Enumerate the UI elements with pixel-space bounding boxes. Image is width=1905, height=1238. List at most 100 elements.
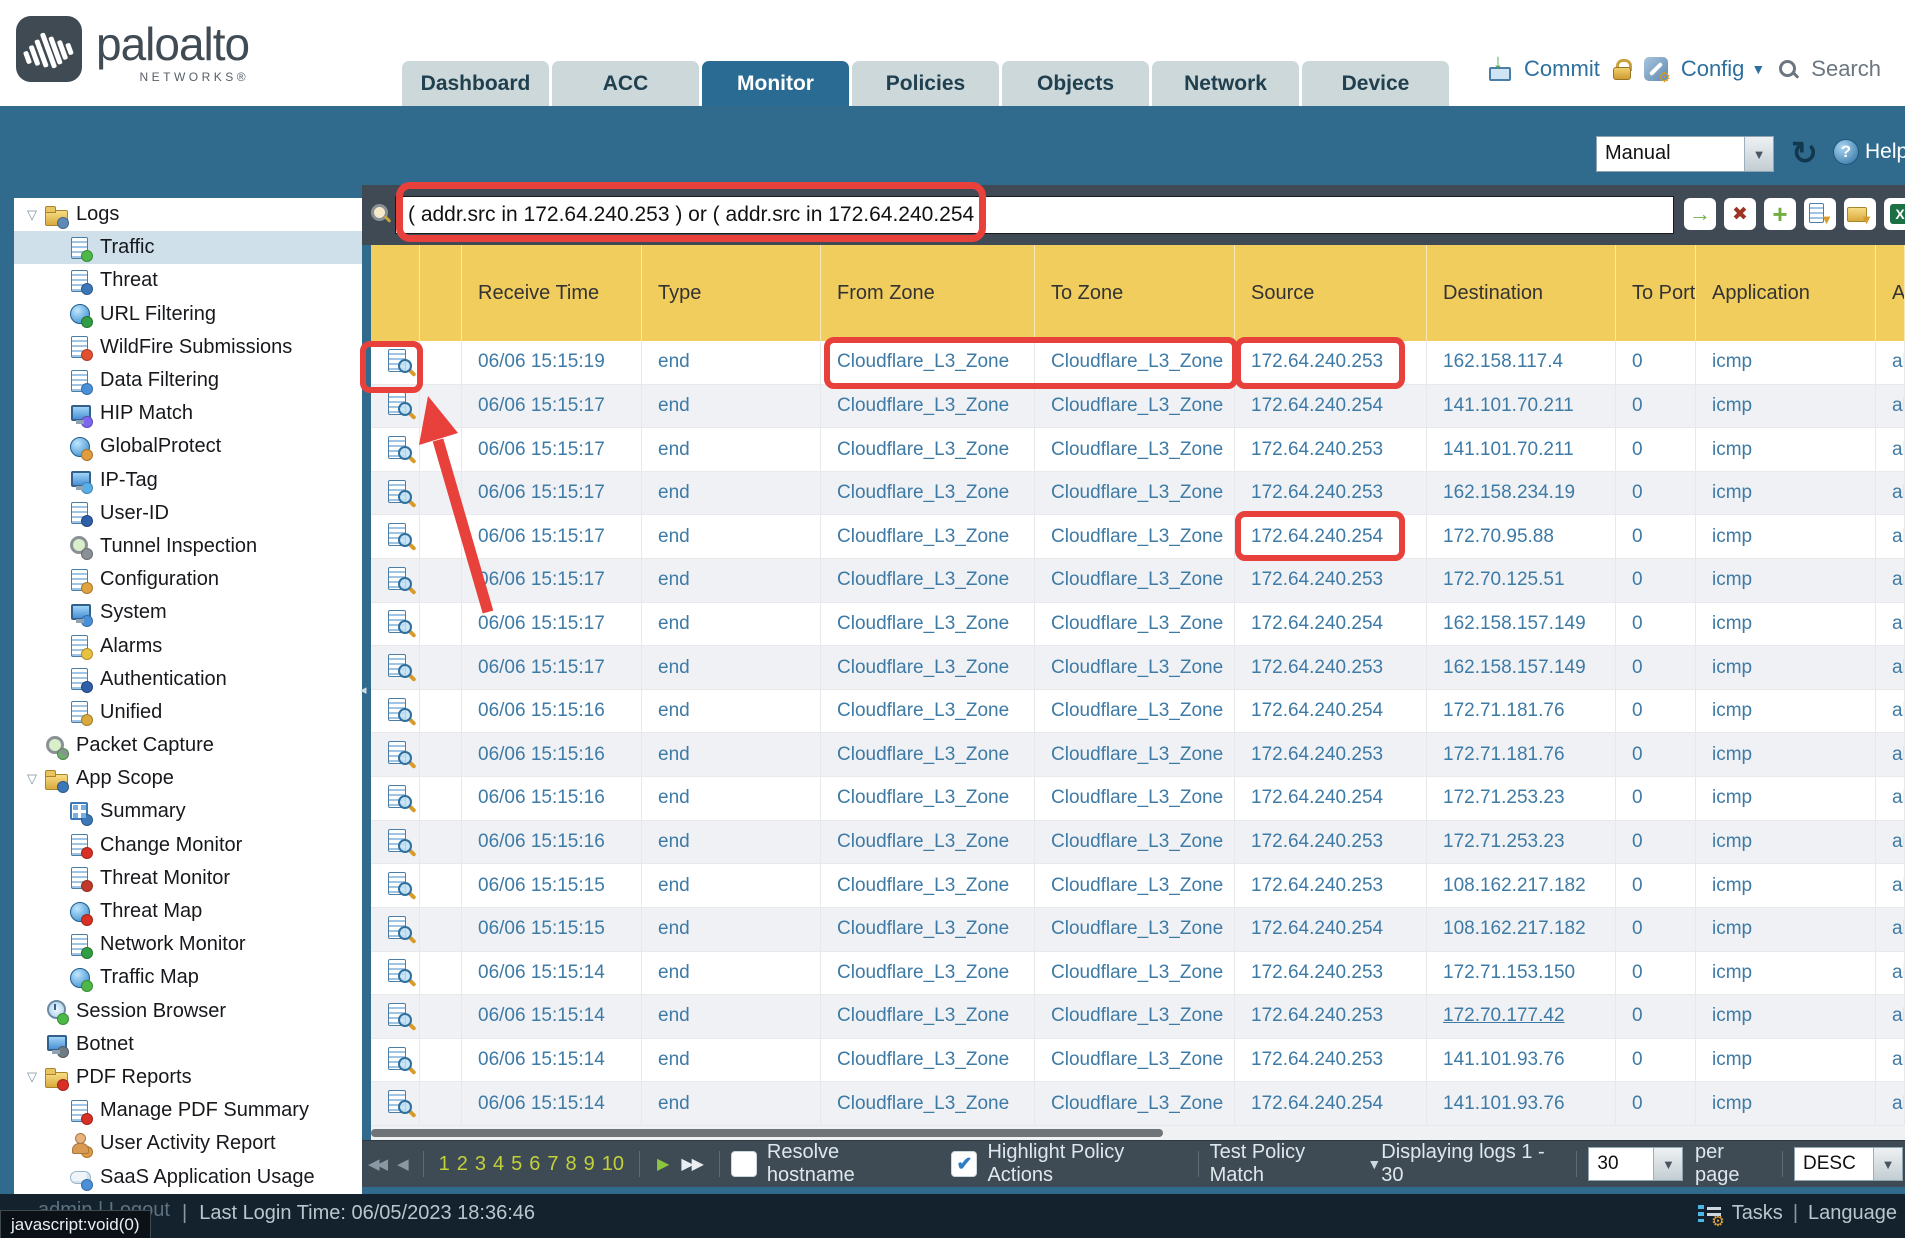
per-page-dropdown-arrow[interactable]: ▼ <box>1653 1148 1682 1180</box>
page-number-3[interactable]: 3 <box>475 1153 486 1176</box>
sidebar-item-user-id[interactable]: User-ID <box>14 497 362 530</box>
column-header-to-port[interactable]: To Port <box>1616 245 1696 341</box>
sidebar-item-globalprotect[interactable]: GlobalProtect <box>14 430 362 463</box>
log-detail-cell[interactable] <box>371 952 420 995</box>
log-detail-cell[interactable] <box>371 559 420 602</box>
load-filter-icon[interactable]: ▼ <box>1844 198 1876 230</box>
sidebar-item-url-filtering[interactable]: URL Filtering <box>14 298 362 331</box>
column-header-to-zone[interactable]: To Zone <box>1035 245 1235 341</box>
log-detail-cell[interactable] <box>371 472 420 515</box>
search-button[interactable]: Search <box>1811 56 1881 82</box>
page-number-7[interactable]: 7 <box>547 1153 558 1176</box>
commit-button[interactable]: Commit <box>1524 56 1600 82</box>
export-csv-icon[interactable]: X <box>1884 198 1905 230</box>
log-detail-cell[interactable] <box>371 690 420 733</box>
sidebar-item-botnet[interactable]: Botnet <box>14 1028 362 1061</box>
log-detail-magnifier-icon[interactable] <box>387 872 413 899</box>
column-header-source[interactable]: Source <box>1235 245 1427 341</box>
log-detail-cell[interactable] <box>371 646 420 689</box>
page-number-10[interactable]: 10 <box>602 1153 624 1176</box>
log-detail-magnifier-icon[interactable] <box>387 349 413 376</box>
log-detail-cell[interactable] <box>371 1082 420 1125</box>
language-button[interactable]: Language <box>1808 1202 1897 1225</box>
tab-device[interactable]: Device <box>1302 61 1449 106</box>
sidebar-collapse-handle[interactable]: ◂ <box>360 668 372 712</box>
sidebar-item-packet-capture[interactable]: Packet Capture <box>14 729 362 762</box>
tab-policies[interactable]: Policies <box>852 61 999 106</box>
sidebar-item-network-monitor[interactable]: Network Monitor <box>14 928 362 961</box>
log-detail-cell[interactable] <box>371 1039 420 1082</box>
log-detail-cell[interactable] <box>371 995 420 1038</box>
horizontal-scrollbar-track[interactable] <box>371 1126 1905 1140</box>
log-detail-cell[interactable] <box>371 733 420 776</box>
log-detail-magnifier-icon[interactable] <box>387 916 413 943</box>
page-number-4[interactable]: 4 <box>493 1153 504 1176</box>
log-detail-magnifier-icon[interactable] <box>387 741 413 768</box>
sidebar-item-configuration[interactable]: Configuration <box>14 563 362 596</box>
tasks-button[interactable]: Tasks <box>1732 1202 1783 1225</box>
log-detail-cell[interactable] <box>371 341 420 384</box>
log-detail-cell[interactable] <box>371 603 420 646</box>
page-number-2[interactable]: 2 <box>457 1153 468 1176</box>
expand-triangle-icon[interactable]: ▽ <box>20 771 44 787</box>
sort-order-select[interactable]: DESC ▼ <box>1794 1147 1903 1181</box>
sort-order-dropdown-arrow[interactable]: ▼ <box>1873 1148 1902 1180</box>
column-header-action[interactable]: Action <box>1876 245 1905 341</box>
log-detail-magnifier-icon[interactable] <box>387 392 413 419</box>
test-policy-match-button[interactable]: Test Policy Match <box>1210 1141 1360 1187</box>
horizontal-scrollbar-thumb[interactable] <box>371 1129 1163 1137</box>
column-header-receive-time[interactable]: Receive Time <box>462 245 642 341</box>
highlight-policy-actions-checkbox[interactable]: ✔ <box>951 1151 977 1177</box>
sidebar-item-change-monitor[interactable]: Change Monitor <box>14 829 362 862</box>
log-detail-magnifier-icon[interactable] <box>387 567 413 594</box>
sidebar-item-alarms[interactable]: Alarms <box>14 629 362 662</box>
sidebar-item-saas-application-usage[interactable]: SaaS Application Usage <box>14 1160 362 1193</box>
filter-builder-icon[interactable]: ▼ <box>1804 198 1836 230</box>
lock-icon[interactable] <box>1613 58 1631 80</box>
add-filter-icon[interactable]: + <box>1764 198 1796 230</box>
sidebar-item-logs[interactable]: ▽Logs <box>14 198 362 231</box>
first-page-button[interactable]: ◀◀ <box>368 1155 385 1173</box>
sidebar-item-manage-pdf-summary[interactable]: Manage PDF Summary <box>14 1094 362 1127</box>
log-detail-magnifier-icon[interactable] <box>387 698 413 725</box>
sidebar-item-traffic-map[interactable]: Traffic Map <box>14 961 362 994</box>
log-detail-magnifier-icon[interactable] <box>387 785 413 812</box>
page-number-9[interactable]: 9 <box>584 1153 595 1176</box>
log-detail-cell[interactable] <box>371 515 420 558</box>
per-page-select[interactable]: 30 ▼ <box>1588 1147 1683 1181</box>
page-number-6[interactable]: 6 <box>529 1153 540 1176</box>
page-number-5[interactable]: 5 <box>511 1153 522 1176</box>
page-number-1[interactable]: 1 <box>439 1153 450 1176</box>
log-detail-magnifier-icon[interactable] <box>387 480 413 507</box>
log-detail-magnifier-icon[interactable] <box>387 436 413 463</box>
page-number-8[interactable]: 8 <box>566 1153 577 1176</box>
log-detail-cell[interactable] <box>371 821 420 864</box>
sidebar-item-system[interactable]: System <box>14 596 362 629</box>
sidebar-item-hip-match[interactable]: HIP Match <box>14 397 362 430</box>
config-caret-icon[interactable]: ▼ <box>1751 61 1765 77</box>
sidebar-item-threat-map[interactable]: Threat Map <box>14 895 362 928</box>
sidebar-item-wildfire-submissions[interactable]: WildFire Submissions <box>14 331 362 364</box>
column-header-destination[interactable]: Destination <box>1427 245 1616 341</box>
sidebar-item-user-activity-report[interactable]: User Activity Report <box>14 1127 362 1160</box>
sidebar-item-summary[interactable]: Summary <box>14 795 362 828</box>
cell-dst[interactable]: 172.70.177.42 <box>1427 995 1616 1038</box>
apply-filter-icon[interactable]: → <box>1684 198 1716 230</box>
log-detail-magnifier-icon[interactable] <box>387 1003 413 1030</box>
expand-triangle-icon[interactable]: ▽ <box>20 207 44 223</box>
log-detail-magnifier-icon[interactable] <box>387 829 413 856</box>
column-header-from-zone[interactable]: From Zone <box>821 245 1035 341</box>
log-filter-input[interactable]: ( addr.src in 172.64.240.253 ) or ( addr… <box>395 196 1674 234</box>
help-link[interactable]: ? Help <box>1833 139 1905 165</box>
log-detail-cell[interactable] <box>371 908 420 951</box>
sidebar-item-threat[interactable]: Threat <box>14 264 362 297</box>
sidebar-item-threat-monitor[interactable]: Threat Monitor <box>14 862 362 895</box>
refresh-mode-dropdown-arrow[interactable]: ▼ <box>1744 137 1773 171</box>
clear-filter-icon[interactable]: ✖ <box>1724 198 1756 230</box>
refresh-mode-select[interactable]: Manual ▼ <box>1596 136 1774 172</box>
sidebar-item-pdf-reports[interactable]: ▽PDF Reports <box>14 1061 362 1094</box>
refresh-button[interactable]: ↻ <box>1791 134 1818 172</box>
sidebar-item-data-filtering[interactable]: Data Filtering <box>14 364 362 397</box>
sidebar-item-app-scope[interactable]: ▽App Scope <box>14 762 362 795</box>
log-detail-cell[interactable] <box>371 385 420 428</box>
